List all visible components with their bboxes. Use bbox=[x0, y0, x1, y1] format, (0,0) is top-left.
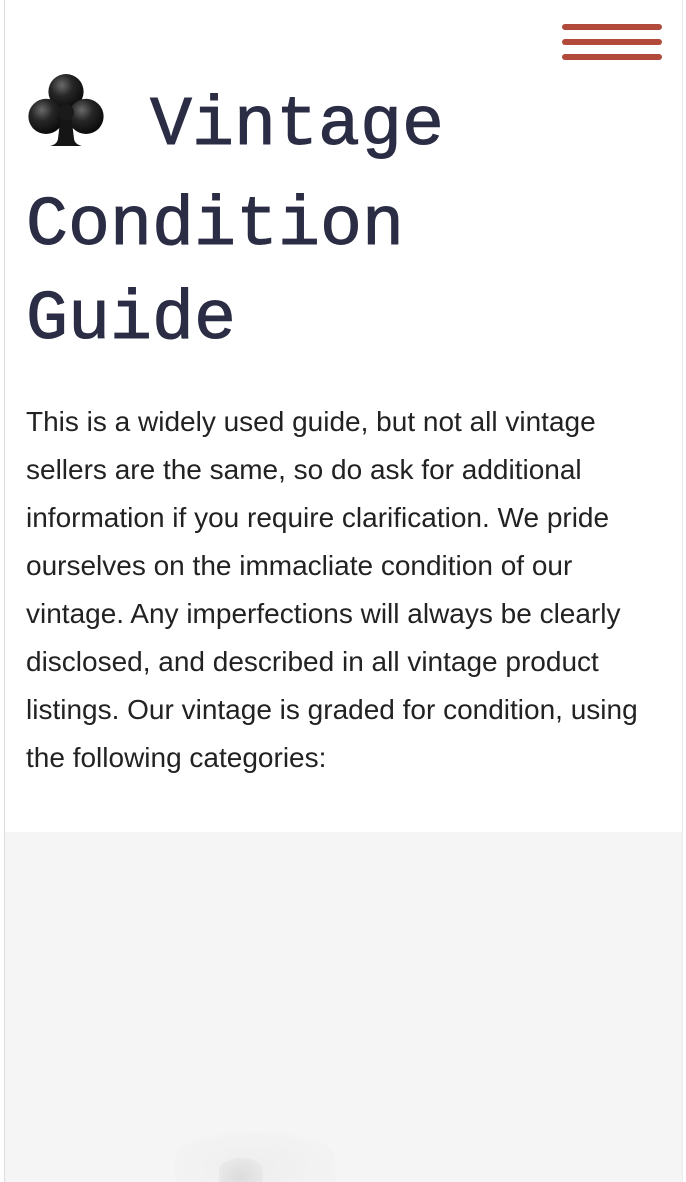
menu-button[interactable] bbox=[562, 22, 662, 66]
hamburger-menu-icon-bar bbox=[562, 39, 662, 45]
product-image-section bbox=[5, 832, 682, 1182]
hamburger-menu-icon bbox=[562, 24, 662, 30]
product-image bbox=[175, 1132, 335, 1182]
intro-paragraph: This is a widely used guide, but not all… bbox=[26, 406, 638, 773]
hamburger-menu-icon-bar bbox=[562, 54, 662, 60]
club-suit-icon bbox=[26, 70, 106, 180]
right-border bbox=[682, 0, 683, 1182]
page-title: Vintage Condition Guide bbox=[25, 70, 586, 368]
page: Vintage Condition Guide This is a widely… bbox=[0, 0, 686, 1182]
